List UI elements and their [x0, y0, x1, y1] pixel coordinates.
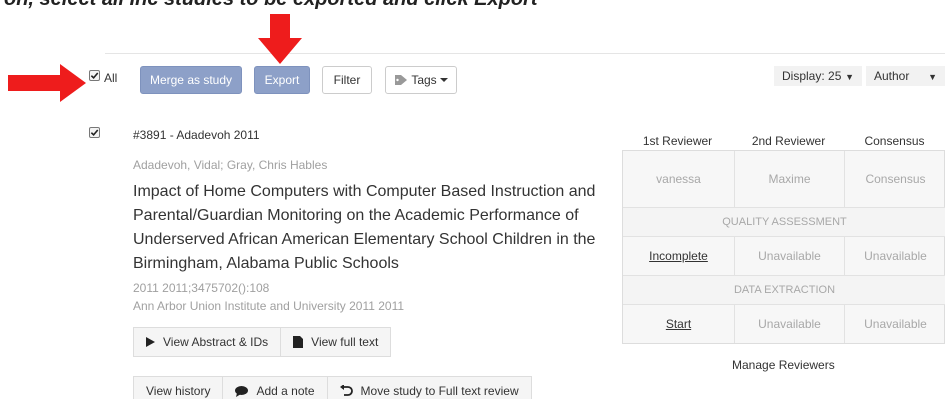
reviewer-panel: vanessa Maxime Consensus QUALITY ASSESSM… [622, 150, 945, 344]
dropdown-arrow-icon: ▼ [845, 72, 854, 82]
view-history-button[interactable]: View history [134, 377, 224, 399]
extraction-second-reviewer-status: Unavailable [734, 305, 845, 343]
study-publisher: Ann Arbor Union Institute and University… [133, 299, 405, 313]
checkmark-icon [90, 129, 99, 137]
document-icon [293, 336, 304, 348]
tags-dropdown-button[interactable]: Tags [385, 66, 457, 94]
study-view-buttons: View Abstract & IDs View full text [133, 327, 392, 357]
study-checkbox[interactable] [89, 127, 100, 138]
reviewer-names-row: vanessa Maxime Consensus [623, 151, 945, 207]
data-extraction-row: Start Unavailable Unavailable [623, 305, 945, 343]
consensus-header: Consensus [864, 134, 925, 148]
extraction-start-link[interactable]: Start [623, 305, 734, 343]
manage-reviewers-link[interactable]: Manage Reviewers [732, 358, 835, 372]
select-all-label: All [104, 71, 118, 85]
filter-button[interactable]: Filter [322, 66, 372, 94]
study-citation: 2011 2011;3475702():108 [133, 281, 270, 295]
quality-assessment-row: Incomplete Unavailable Unavailable [623, 237, 945, 275]
add-note-label: Add a note [256, 384, 315, 398]
red-arrow-down-icon [258, 14, 302, 64]
undo-icon [339, 385, 353, 396]
move-study-label: Move study to Full text review [360, 384, 519, 398]
first-reviewer-header: 1st Reviewer [642, 134, 713, 148]
quality-second-reviewer-status: Unavailable [734, 237, 845, 275]
checkmark-icon [90, 72, 99, 80]
quality-assessment-section: QUALITY ASSESSMENT [623, 207, 945, 237]
export-button[interactable]: Export [254, 66, 310, 94]
quality-first-reviewer-link[interactable]: Incomplete [623, 237, 734, 275]
view-abstract-label: View Abstract & IDs [163, 335, 269, 349]
select-all-checkbox[interactable] [89, 70, 100, 81]
tags-label: Tags [411, 73, 437, 87]
caret-down-icon [439, 78, 448, 82]
second-reviewer-name: Maxime [734, 151, 845, 207]
extraction-consensus-status: Unavailable [864, 317, 927, 331]
sort-value: Author [874, 69, 910, 83]
comment-icon [235, 385, 249, 397]
study-title: Impact of Home Computers with Computer B… [133, 183, 596, 272]
view-full-text-button[interactable]: View full text [281, 328, 390, 356]
sort-select[interactable]: Author ▼ [866, 66, 945, 86]
tag-icon [395, 75, 408, 85]
view-history-label: View history [146, 384, 211, 398]
dropdown-arrow-icon: ▼ [928, 72, 937, 82]
consensus-name: Consensus [865, 172, 926, 186]
data-extraction-section: DATA EXTRACTION [623, 275, 945, 305]
first-reviewer-name: vanessa [656, 172, 701, 186]
toolbar-divider [105, 53, 945, 54]
view-abstract-button[interactable]: View Abstract & IDs [134, 328, 282, 356]
instruction-caption: on, select all Inc studies to be exporte… [0, 0, 945, 18]
add-note-button[interactable]: Add a note [223, 377, 328, 399]
study-authors: Adadevoh, Vidal; Gray, Chris Hables [133, 158, 328, 172]
display-count-value: Display: 25 [782, 69, 842, 83]
study-action-buttons: View history Add a note Move study to Fu… [133, 376, 532, 399]
display-count-select[interactable]: Display: 25 ▼ [774, 66, 862, 86]
move-study-button[interactable]: Move study to Full text review [328, 377, 531, 399]
quality-consensus-status: Unavailable [864, 249, 927, 263]
red-arrow-right-icon [8, 64, 86, 102]
view-full-text-label: View full text [311, 335, 379, 349]
second-reviewer-header: 2nd Reviewer [751, 134, 826, 148]
play-icon [146, 337, 155, 347]
study-id: #3891 - Adadevoh 2011 [133, 128, 260, 142]
merge-as-study-button[interactable]: Merge as study [140, 66, 242, 94]
